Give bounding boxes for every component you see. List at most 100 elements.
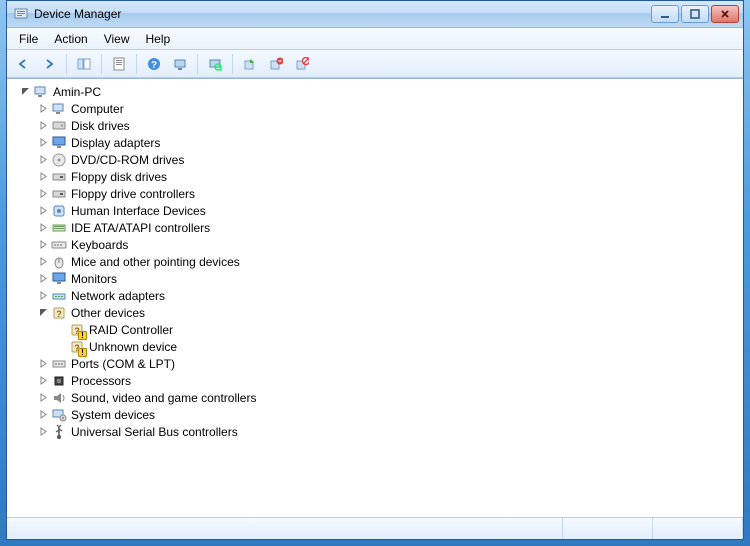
- disable-button[interactable]: [290, 53, 314, 75]
- tree-node-label: RAID Controller: [89, 323, 173, 337]
- tree-node-label: Sound, video and game controllers: [71, 391, 256, 405]
- menu-file[interactable]: File: [11, 30, 46, 48]
- tree-node[interactable]: Sound, video and game controllers: [37, 389, 743, 406]
- forward-button[interactable]: [37, 53, 61, 75]
- tree-node-label: Floppy drive controllers: [71, 187, 195, 201]
- optical-icon: [51, 152, 67, 168]
- expand-icon[interactable]: [37, 273, 49, 285]
- close-button[interactable]: [711, 5, 739, 23]
- menu-help[interactable]: Help: [138, 30, 179, 48]
- expand-icon[interactable]: [37, 392, 49, 404]
- tree-node[interactable]: DVD/CD-ROM drives: [37, 151, 743, 168]
- statusbar: [7, 517, 743, 539]
- tree-node[interactable]: Monitors: [37, 270, 743, 287]
- tree-node[interactable]: Network adapters: [37, 287, 743, 304]
- usb-icon: [51, 424, 67, 440]
- tree-node-label: Mice and other pointing devices: [71, 255, 240, 269]
- tree-node-label: Human Interface Devices: [71, 204, 206, 218]
- update-driver-button[interactable]: [238, 53, 262, 75]
- tree-node-label: Disk drives: [71, 119, 130, 133]
- expand-icon[interactable]: [37, 188, 49, 200]
- floppy-icon: [51, 169, 67, 185]
- ports-icon: [51, 356, 67, 372]
- tree-node-label: Universal Serial Bus controllers: [71, 425, 238, 439]
- window-title: Device Manager: [34, 7, 649, 21]
- tree-node-label: Processors: [71, 374, 131, 388]
- expand-icon[interactable]: [37, 256, 49, 268]
- expand-icon[interactable]: [37, 290, 49, 302]
- minimize-button[interactable]: [651, 5, 679, 23]
- expand-icon[interactable]: [37, 375, 49, 387]
- maximize-button[interactable]: [681, 5, 709, 23]
- tree-node[interactable]: Processors: [37, 372, 743, 389]
- help-button[interactable]: ?: [142, 53, 166, 75]
- expand-icon[interactable]: [37, 120, 49, 132]
- device-manager-window: Device Manager File Action View Help ? A…: [6, 0, 744, 540]
- tree-node[interactable]: Universal Serial Bus controllers: [37, 423, 743, 440]
- properties-button[interactable]: [107, 53, 131, 75]
- status-cell: [653, 518, 743, 539]
- hid-icon: [51, 203, 67, 219]
- tree-node[interactable]: Disk drives: [37, 117, 743, 134]
- expand-icon[interactable]: [37, 171, 49, 183]
- expand-icon[interactable]: [37, 239, 49, 251]
- action-button[interactable]: [168, 53, 192, 75]
- tree-node[interactable]: IDE ATA/ATAPI controllers: [37, 219, 743, 236]
- system-icon: [51, 407, 67, 423]
- console-tree-button[interactable]: [72, 53, 96, 75]
- scan-hardware-button[interactable]: [203, 53, 227, 75]
- collapse-icon[interactable]: [37, 307, 49, 319]
- toolbar: ?: [7, 50, 743, 78]
- expand-icon[interactable]: [37, 205, 49, 217]
- expand-icon[interactable]: [37, 409, 49, 421]
- tree-node[interactable]: Computer: [37, 100, 743, 117]
- tree-node[interactable]: Floppy disk drives: [37, 168, 743, 185]
- tree-node-label: Monitors: [71, 272, 117, 286]
- expand-icon[interactable]: [37, 426, 49, 438]
- menu-view[interactable]: View: [96, 30, 138, 48]
- toolbar-separator: [136, 54, 137, 74]
- expand-icon[interactable]: [37, 137, 49, 149]
- expand-icon[interactable]: [37, 154, 49, 166]
- tree-node[interactable]: ?!Unknown device: [55, 338, 743, 355]
- keyboard-icon: [51, 237, 67, 253]
- tree-node[interactable]: Keyboards: [37, 236, 743, 253]
- disk-icon: [51, 118, 67, 134]
- menu-action[interactable]: Action: [46, 30, 95, 48]
- tree-node[interactable]: Human Interface Devices: [37, 202, 743, 219]
- tree-node-label: Network adapters: [71, 289, 165, 303]
- monitor-icon: [51, 271, 67, 287]
- tree-node-label: Computer: [71, 102, 124, 116]
- tree-node[interactable]: Amin-PC: [19, 83, 743, 100]
- tree-node[interactable]: Mice and other pointing devices: [37, 253, 743, 270]
- tree-node-label: Ports (COM & LPT): [71, 357, 175, 371]
- tree-node-label: Other devices: [71, 306, 145, 320]
- menubar: File Action View Help: [7, 28, 743, 50]
- computer-root-icon: [33, 84, 49, 100]
- tree-node[interactable]: ? Other devices: [37, 304, 743, 321]
- titlebar[interactable]: Device Manager: [7, 1, 743, 28]
- svg-text:?: ?: [56, 309, 62, 319]
- tree-node[interactable]: System devices: [37, 406, 743, 423]
- collapse-icon[interactable]: [19, 86, 31, 98]
- tree-node-label: System devices: [71, 408, 155, 422]
- tree-node[interactable]: Display adapters: [37, 134, 743, 151]
- toolbar-separator: [232, 54, 233, 74]
- display-icon: [51, 135, 67, 151]
- svg-text:?: ?: [151, 60, 157, 71]
- expand-icon[interactable]: [37, 358, 49, 370]
- tree-node[interactable]: Floppy drive controllers: [37, 185, 743, 202]
- tree-node-label: Display adapters: [71, 136, 160, 150]
- back-button[interactable]: [11, 53, 35, 75]
- tree-node-label: Keyboards: [71, 238, 128, 252]
- tree-node[interactable]: Ports (COM & LPT): [37, 355, 743, 372]
- uninstall-button[interactable]: [264, 53, 288, 75]
- expand-icon[interactable]: [37, 103, 49, 115]
- device-tree-pane[interactable]: Amin-PC Computer Disk drives Display adapte…: [7, 78, 743, 517]
- network-icon: [51, 288, 67, 304]
- mouse-icon: [51, 254, 67, 270]
- expand-icon[interactable]: [37, 222, 49, 234]
- tree-node-label: Floppy disk drives: [71, 170, 167, 184]
- tree-node[interactable]: ?!RAID Controller: [55, 321, 743, 338]
- computer-icon: [51, 101, 67, 117]
